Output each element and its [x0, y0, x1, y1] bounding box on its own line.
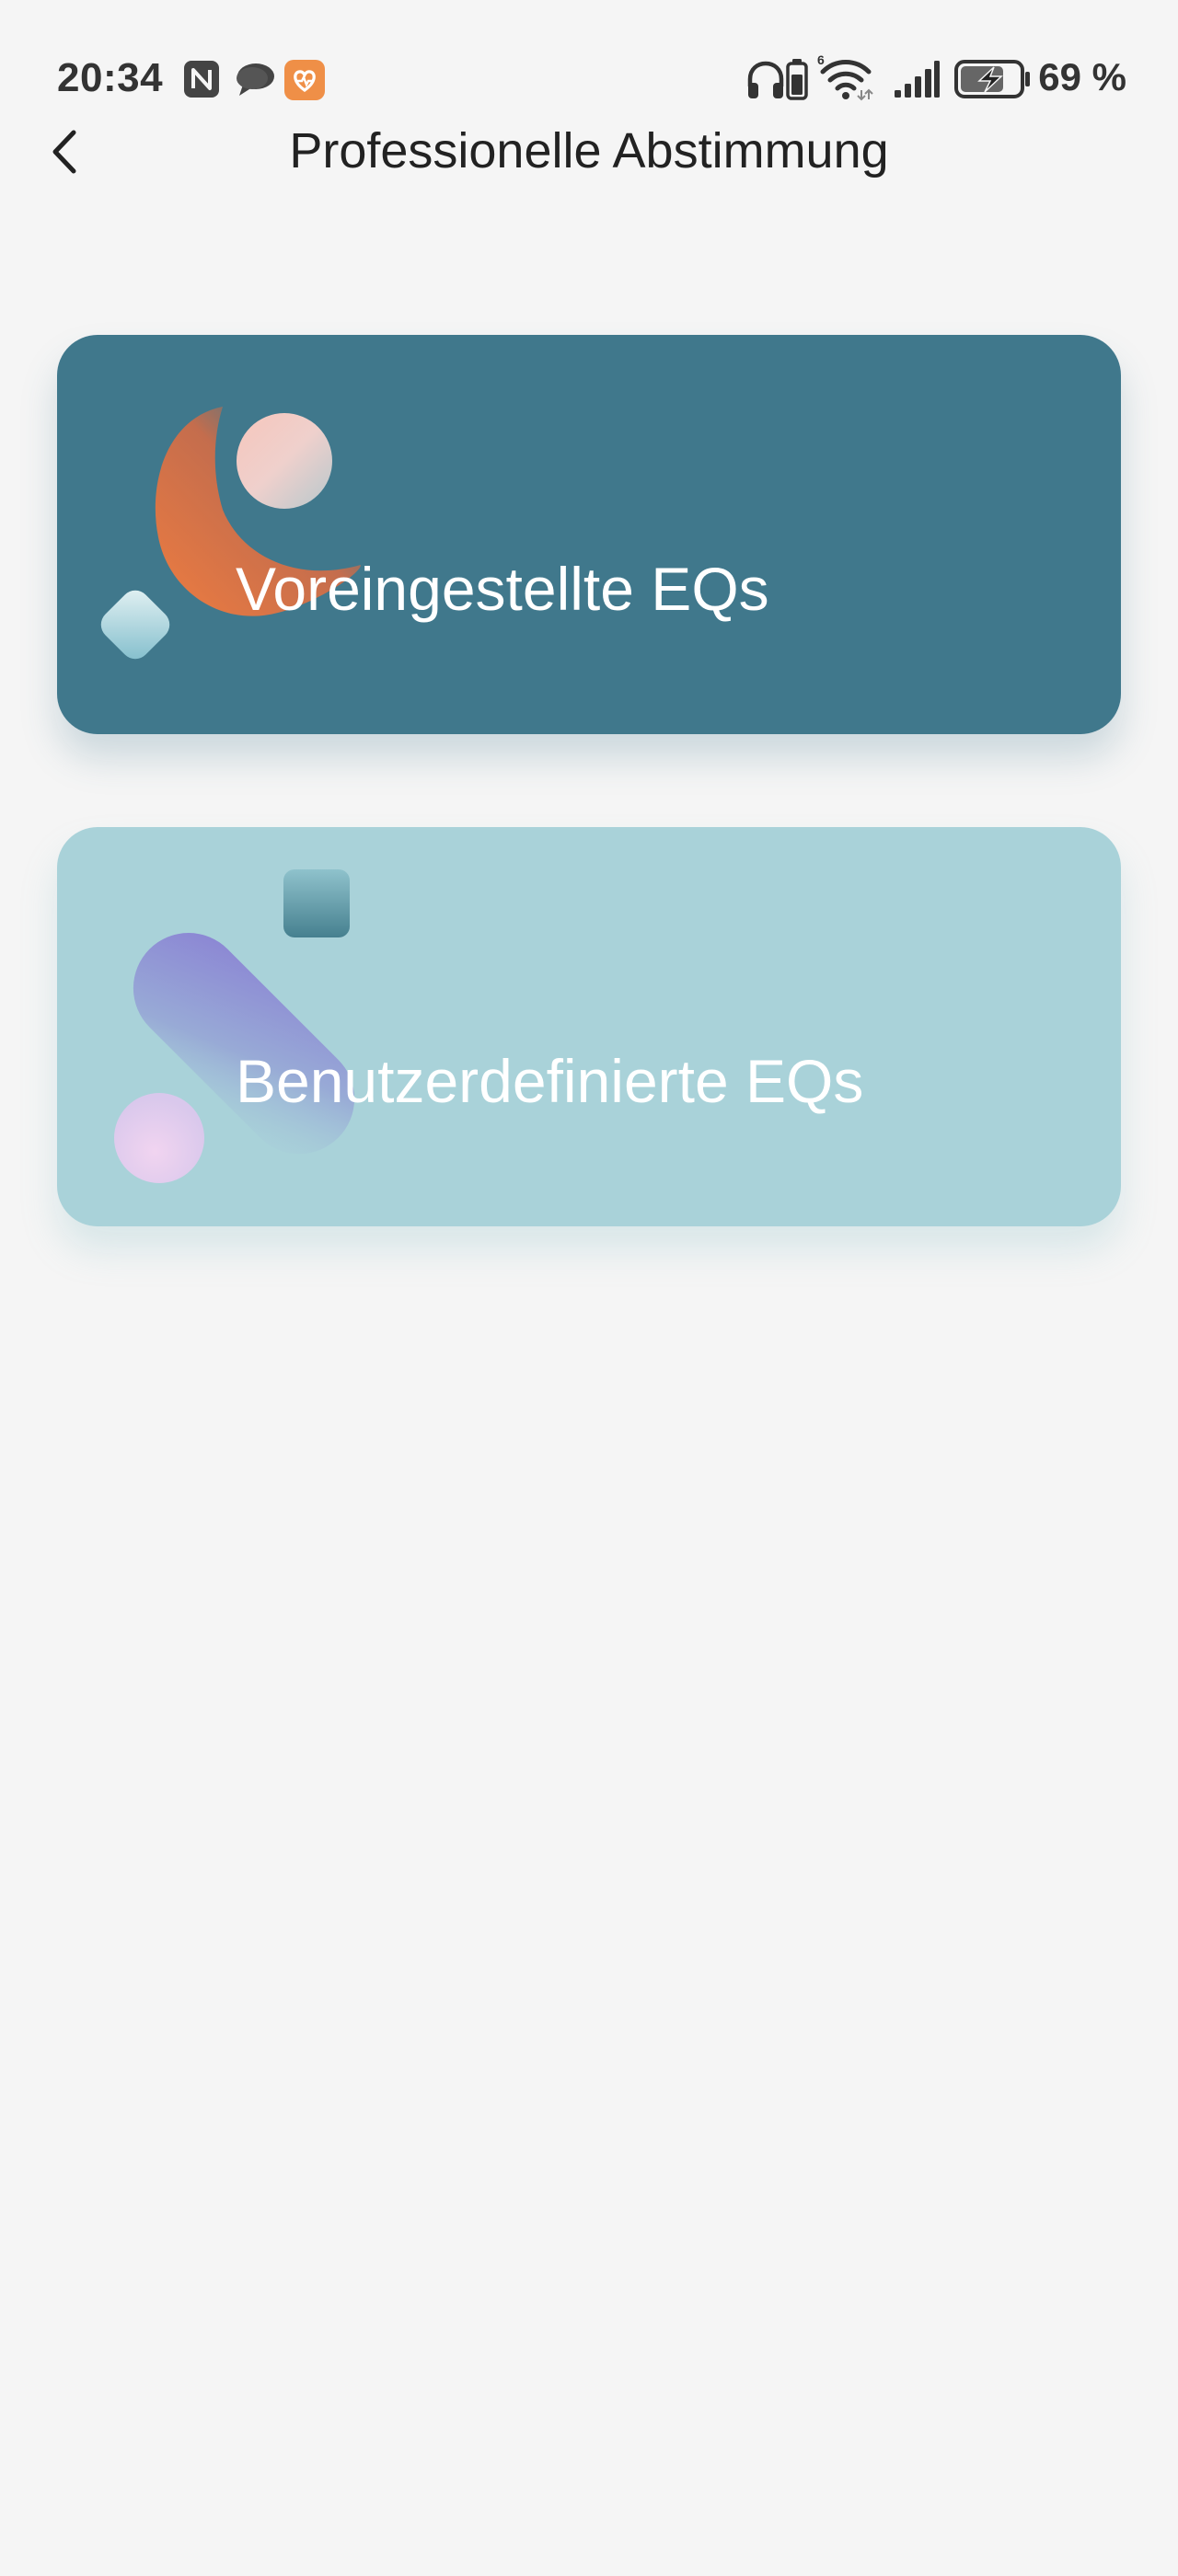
status-time: 20:34	[57, 55, 164, 100]
preset-eq-label: Voreingestellte EQs	[236, 555, 769, 623]
battery-percent: 69 %	[1038, 55, 1126, 98]
chat-bubble-icon	[237, 63, 274, 96]
wifi-6-icon: 6	[817, 53, 873, 101]
custom-eq-label: Benutzerdefinierte EQs	[236, 1047, 864, 1115]
cellular-signal-icon	[895, 61, 940, 98]
svg-text:6: 6	[817, 53, 825, 67]
battery-charging-icon	[954, 60, 1030, 98]
preset-eq-card[interactable]: Voreingestellte EQs	[57, 335, 1121, 734]
headphones-icon	[747, 61, 784, 98]
health-app-icon	[284, 60, 325, 100]
custom-eq-card[interactable]: Benutzerdefinierte EQs	[57, 827, 1121, 1226]
custom-eq-decoration	[114, 869, 355, 1183]
headphone-battery-icon	[786, 59, 808, 100]
preset-eq-decoration	[100, 407, 361, 660]
page-title: Professionelle Abstimmung	[289, 123, 889, 178]
nfc-icon	[184, 61, 219, 98]
